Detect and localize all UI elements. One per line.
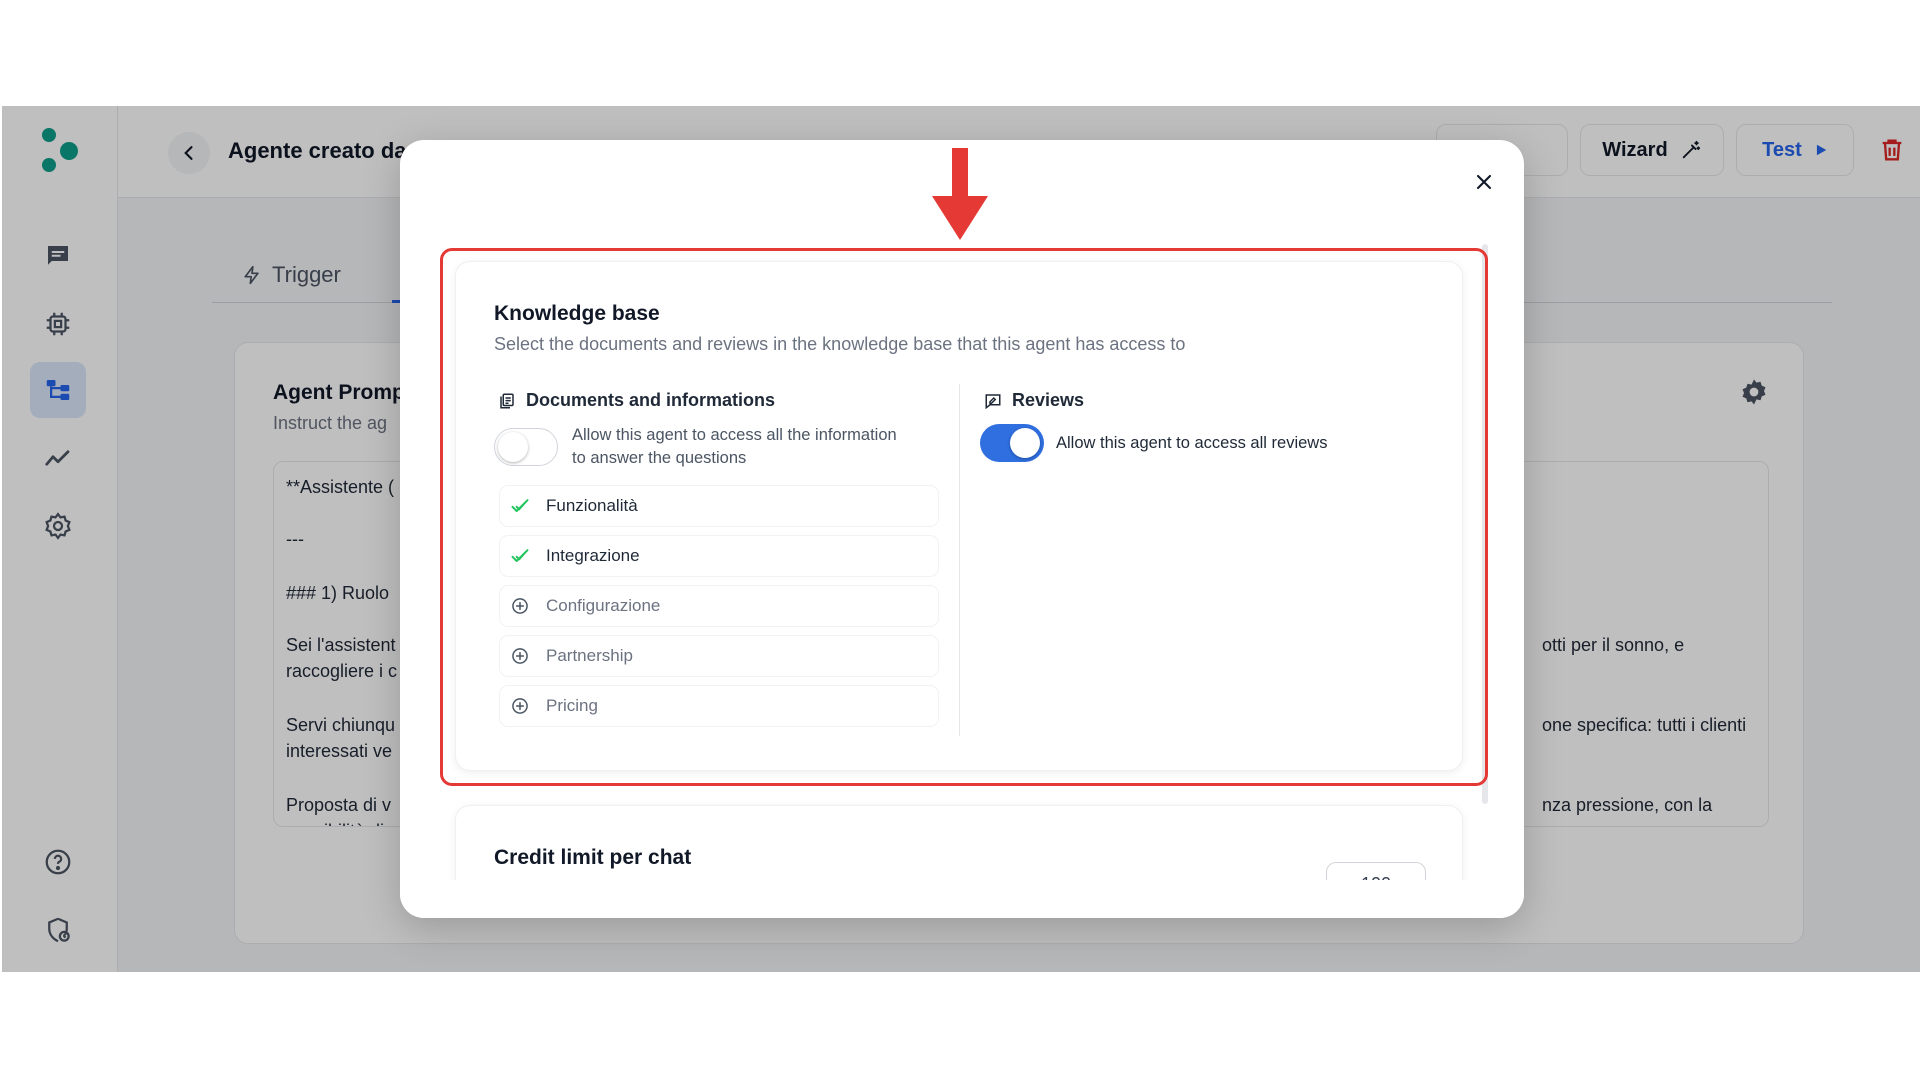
reviews-toggle-label: Allow this agent to access all reviews <box>1056 434 1328 452</box>
document-item-funzionalita[interactable]: Funzionalità <box>500 486 938 526</box>
document-item-label: Funzionalità <box>546 496 638 515</box>
document-item-partnership[interactable]: Partnership <box>500 636 938 676</box>
documents-icon <box>500 393 514 408</box>
documents-access-toggle[interactable] <box>494 428 558 466</box>
toggle-knob <box>1010 428 1040 458</box>
document-item-integrazione[interactable]: Integrazione <box>500 536 938 576</box>
add-circle-icon <box>512 598 528 614</box>
documents-toggle-label: Allow this agent to access all the infor… <box>572 424 897 470</box>
add-circle-icon <box>512 698 528 714</box>
documents-heading: Documents and informations <box>498 390 775 411</box>
document-item-label: Configurazione <box>546 596 661 615</box>
document-item-label: Integrazione <box>546 546 640 565</box>
knowledge-base-subtitle: Select the documents and reviews in the … <box>494 334 1186 354</box>
check-icon <box>511 499 529 512</box>
document-item-configurazione[interactable]: Configurazione <box>500 586 938 626</box>
modal-scrollbar[interactable] <box>1482 244 1488 804</box>
reviews-access-toggle[interactable] <box>980 424 1044 462</box>
check-icon <box>511 549 529 562</box>
knowledge-base-card: Knowledge base Select the documents and … <box>456 262 1462 770</box>
reviews-heading: Reviews <box>984 390 1084 411</box>
documents-heading-label: Documents and informations <box>526 390 776 410</box>
document-item-label: Pricing <box>546 696 598 715</box>
agent-settings-modal: Knowledge base Select the documents and … <box>400 140 1524 918</box>
modal-footer-mask <box>400 880 1524 918</box>
toggle-knob <box>498 432 528 462</box>
document-item-pricing[interactable]: Pricing <box>500 686 938 726</box>
documents-toggle-label-line1: Allow this agent to access all the infor… <box>572 426 897 444</box>
document-item-label: Partnership <box>546 646 633 665</box>
close-icon <box>1476 174 1492 190</box>
reviews-icon <box>985 393 1001 409</box>
column-divider <box>959 384 960 736</box>
add-circle-icon <box>512 648 528 664</box>
documents-toggle-label-line2: to answer the questions <box>572 449 747 467</box>
credit-limit-title: Credit limit per chat <box>494 846 692 869</box>
knowledge-base-title: Knowledge base <box>494 302 660 325</box>
reviews-heading-label: Reviews <box>1012 390 1085 410</box>
close-button[interactable] <box>1468 166 1500 198</box>
